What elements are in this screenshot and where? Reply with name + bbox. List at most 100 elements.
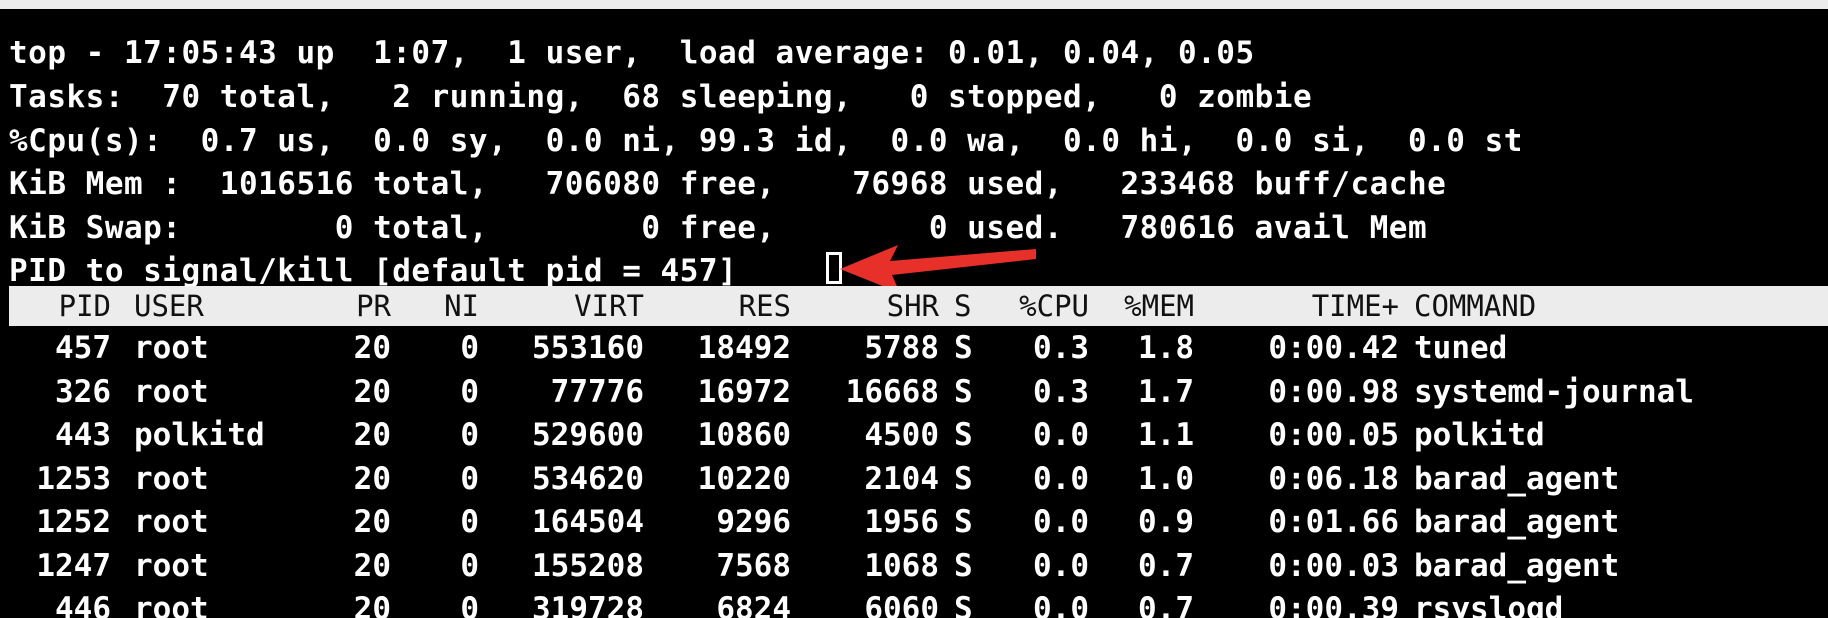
cell-pr: 20 <box>353 330 391 366</box>
cell-virt: 155208 <box>532 547 644 584</box>
table-row[interactable]: 1247 root 20 0 155208 7568 1068 S 0.0 0.7 0:00.03 b… <box>9 544 1828 588</box>
cell-user: polkitd <box>134 417 265 453</box>
cell-ni: 0 <box>460 504 479 540</box>
cell-time: 0:00.39 <box>1268 591 1399 618</box>
cell-command: barad_agent <box>1414 547 1620 584</box>
cell-cpu: 0.0 <box>1033 504 1089 540</box>
cell-ni: 0 <box>460 460 479 497</box>
summary-swap-line: KiB Swap: 0 total, 0 free, 0 used. 78061… <box>9 210 1428 246</box>
header-state[interactable]: S <box>954 286 984 326</box>
cell-cpu: 0.3 <box>1033 330 1089 366</box>
header-mem[interactable]: %MEM <box>1094 286 1194 326</box>
cell-res: 6824 <box>716 591 791 618</box>
cell-mem: 0.7 <box>1138 547 1194 584</box>
cell-shr: 5788 <box>864 330 939 366</box>
cell-mem: 0.9 <box>1138 504 1194 540</box>
cell-virt: 164504 <box>532 504 644 540</box>
cell-virt: 319728 <box>532 591 644 618</box>
cell-command: systemd-journal <box>1414 373 1694 410</box>
cell-res: 18492 <box>697 330 791 366</box>
cell-user: root <box>134 330 209 366</box>
cell-cpu: 0.0 <box>1033 460 1089 497</box>
cell-res: 10860 <box>697 417 791 453</box>
cell-shr: 16668 <box>845 373 939 410</box>
table-row[interactable]: 446 root 20 0 319728 6824 6060 S 0.0 0.7 0:00.39 rs… <box>9 587 1828 618</box>
cell-s: S <box>954 417 973 453</box>
cell-ni: 0 <box>460 330 479 366</box>
cell-cpu: 0.0 <box>1033 547 1089 584</box>
cell-time: 0:00.03 <box>1268 547 1399 584</box>
header-cpu[interactable]: %CPU <box>989 286 1089 326</box>
cell-mem: 1.8 <box>1138 330 1194 366</box>
header-user[interactable]: USER <box>134 286 314 326</box>
cell-mem: 1.0 <box>1138 460 1194 497</box>
cell-time: 0:00.98 <box>1268 373 1399 410</box>
cell-shr: 1956 <box>864 504 939 540</box>
header-ni[interactable]: NI <box>409 286 479 326</box>
cell-pr: 20 <box>353 417 391 453</box>
cell-res: 9296 <box>716 504 791 540</box>
table-row[interactable]: 1252 root 20 0 164504 9296 1956 S 0.0 0.9 0:01.66 b… <box>9 500 1828 544</box>
cell-ni: 0 <box>460 547 479 584</box>
cell-virt: 77776 <box>550 373 644 410</box>
header-pid[interactable]: PID <box>9 286 111 326</box>
process-table-header: PID USER PR NI VIRT RES SHR S %CPU %MEM … <box>9 286 1828 326</box>
cell-time: 0:01.66 <box>1268 504 1399 540</box>
cell-ni: 0 <box>460 417 479 453</box>
cell-command: barad_agent <box>1414 460 1620 497</box>
header-command[interactable]: COMMAND <box>1414 286 1714 326</box>
terminal[interactable]: top - 17:05:43 up 1:07, 1 user, load ave… <box>0 9 1828 618</box>
table-row[interactable]: 1253 root 20 0 534620 10220 2104 S 0.0 1.0 0:06.18… <box>9 457 1828 501</box>
cell-command: polkitd <box>1414 417 1545 453</box>
cell-user: root <box>134 373 209 410</box>
cell-cpu: 0.0 <box>1033 591 1089 618</box>
header-res[interactable]: RES <box>649 286 791 326</box>
table-row[interactable]: 443 polkitd 20 0 529600 10860 4500 S 0.0 1.1 0:00.… <box>9 413 1828 457</box>
cell-res: 10220 <box>697 460 791 497</box>
header-pr[interactable]: PR <box>309 286 391 326</box>
cell-s: S <box>954 330 973 366</box>
cell-pid: 1253 <box>36 460 111 497</box>
header-time[interactable]: TIME+ <box>1199 286 1399 326</box>
cell-ni: 0 <box>460 373 479 410</box>
cell-ni: 0 <box>460 591 479 618</box>
window-top-bar <box>0 0 1828 9</box>
cell-s: S <box>954 373 973 410</box>
cell-virt: 553160 <box>532 330 644 366</box>
cell-time: 0:06.18 <box>1268 460 1399 497</box>
header-shr[interactable]: SHR <box>799 286 939 326</box>
summary-tasks-line: Tasks: 70 total, 2 running, 68 sleeping,… <box>9 79 1313 115</box>
table-row[interactable]: 457 root 20 0 553160 18492 5788 S 0.3 1.8 0:00.42 t… <box>9 326 1828 370</box>
cell-mem: 0.7 <box>1138 591 1194 618</box>
cell-virt: 534620 <box>532 460 644 497</box>
cell-pid: 443 <box>55 417 111 453</box>
cell-pr: 20 <box>353 591 391 618</box>
cell-pid: 457 <box>55 330 111 366</box>
header-virt[interactable]: VIRT <box>489 286 644 326</box>
cell-command: barad_agent <box>1414 504 1620 540</box>
cell-time: 0:00.05 <box>1268 417 1399 453</box>
table-row[interactable]: 326 root 20 0 77776 16972 16668 S 0.3 1.7 0:00.98 s… <box>9 370 1828 414</box>
cell-user: root <box>134 547 209 584</box>
cell-command: tuned <box>1414 330 1508 366</box>
summary-mem-line: KiB Mem : 1016516 total, 706080 free, 76… <box>9 166 1447 202</box>
cell-pid: 446 <box>55 591 111 618</box>
cell-command: rsyslogd <box>1414 591 1564 618</box>
cell-user: root <box>134 591 209 618</box>
cell-cpu: 0.0 <box>1033 417 1089 453</box>
cell-pid: 1247 <box>36 547 111 584</box>
cell-virt: 529600 <box>532 417 644 453</box>
cell-pr: 20 <box>353 373 391 410</box>
cell-res: 7568 <box>716 547 791 584</box>
summary-cpu-line: %Cpu(s): 0.7 us, 0.0 sy, 0.0 ni, 99.3 id… <box>9 123 1523 159</box>
cell-shr: 6060 <box>864 591 939 618</box>
cell-pid: 326 <box>55 373 111 410</box>
cell-time: 0:00.42 <box>1268 330 1399 366</box>
cell-pr: 20 <box>353 460 391 497</box>
cell-user: root <box>134 460 209 497</box>
cell-shr: 2104 <box>864 460 939 497</box>
cell-s: S <box>954 504 973 540</box>
cell-cpu: 0.3 <box>1033 373 1089 410</box>
cell-mem: 1.7 <box>1138 373 1194 410</box>
cell-mem: 1.1 <box>1138 417 1194 453</box>
